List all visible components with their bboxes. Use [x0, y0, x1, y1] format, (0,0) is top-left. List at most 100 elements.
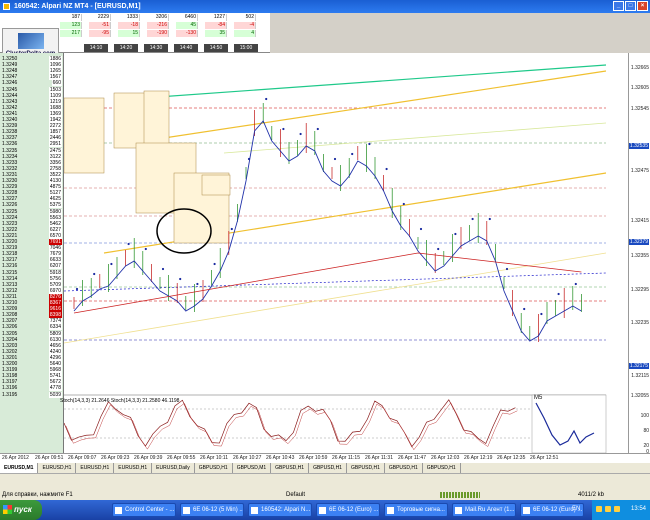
window-icon — [319, 507, 326, 514]
ladder-volume: 8367 — [48, 300, 62, 306]
ladder-volume: 7374 — [48, 318, 62, 325]
ladder-price: 1.3245 — [2, 86, 18, 93]
date-label: 26 Apr 10:43 — [266, 455, 295, 461]
close-icon[interactable]: × — [637, 1, 648, 11]
cluster-tape-panel: ClusterDelta.com 18722291333320664601227… — [0, 13, 270, 64]
ladder-volume: 3356 — [48, 159, 62, 166]
ladder-volume: 1942 — [48, 117, 62, 123]
ladder-row: 1.3223 5462 — [0, 220, 64, 227]
title-bar[interactable]: 160542: Alpari NZ MT4 - [EURUSD,M1] _ □ … — [0, 0, 650, 13]
chart-tab[interactable]: EURUSD,M1 — [0, 463, 39, 473]
window-icon — [115, 507, 122, 514]
ladder-price: 1.3233 — [2, 159, 18, 166]
tape-cell: 123 — [60, 22, 82, 29]
windows-logo-icon — [3, 505, 12, 514]
chart-tab[interactable]: GBPUSD,H1 — [385, 463, 423, 473]
sar-dot — [179, 277, 182, 281]
axis-label: 1.32475 — [630, 168, 649, 174]
chart-tab[interactable]: EURUSD,H1 — [114, 463, 153, 473]
ladder-volume: 6334 — [48, 324, 62, 331]
ladder-volume: 1688 — [48, 104, 62, 111]
taskbar-button-label: 160542: Alpari N... — [261, 507, 311, 513]
ladder-row: 1.3227 4625 — [0, 196, 64, 203]
ladder-row: 1.3208 8398 — [0, 312, 64, 319]
taskbar-button[interactable]: Mail.Ru Агент (1... — [452, 503, 516, 517]
maximize-icon[interactable]: □ — [625, 1, 636, 11]
ladder-row: 1.3242 1688 — [0, 104, 64, 111]
ladder-volume: 8398 — [48, 312, 62, 319]
ladder-volume: 5980 — [48, 208, 62, 215]
ladder-price: 1.3225 — [2, 208, 18, 215]
ladder-row: 1.3243 1219 — [0, 98, 64, 105]
date-label: 26 Apr 09:51 — [35, 455, 64, 461]
language-indicator[interactable]: EN — [572, 506, 580, 512]
ladder-row: 1.3211 8276 — [0, 293, 64, 300]
connection-bars-icon — [440, 492, 480, 498]
minimize-icon[interactable]: _ — [613, 1, 624, 11]
chart-tab[interactable]: GBPUSD,H1 — [423, 463, 461, 473]
ladder-volume: 4625 — [48, 196, 62, 203]
sar-dot — [351, 152, 354, 156]
date-label: 26 Apr 12:35 — [497, 455, 526, 461]
sar-dot — [196, 282, 199, 286]
tape-cell: 15 — [118, 30, 140, 37]
chart-tab[interactable]: GBPUSD,M1 — [233, 463, 272, 473]
tape-time: 14:50 — [204, 44, 228, 52]
chart-area[interactable]: 1.3250 1886 1.3249 1096 1.3248 1265 1.3247 1567… — [0, 53, 650, 455]
axis-label: 1.32379 — [628, 239, 649, 245]
tape-time: 14:40 — [174, 44, 198, 52]
taskbar-button[interactable]: 6E 06-12 (Euro) ... — [316, 503, 380, 517]
ladder-row: 1.3238 1857 — [0, 129, 64, 136]
ladder-row: 1.3202 4240 — [0, 348, 64, 355]
tray-icon[interactable] — [596, 506, 602, 512]
sar-dot — [247, 157, 251, 161]
taskbar-button[interactable]: 160542: Alpari N... — [248, 503, 312, 517]
ladder-volume: 6207 — [48, 263, 62, 270]
date-label: 26 Apr 09:39 — [134, 455, 163, 461]
chart-tab[interactable]: GBPUSD,H1 — [347, 463, 385, 473]
ladder-price: 1.3212 — [2, 287, 18, 294]
ladder-price: 1.3205 — [2, 330, 18, 337]
tray-icon[interactable] — [614, 506, 620, 512]
ladder-row: 1.3240 1942 — [0, 117, 64, 123]
date-axis: 26 Apr 2012 26 Apr 09:51 26 Apr 09:07 26 Ap… — [0, 453, 650, 463]
ladder-row: 1.3210 8367 — [0, 300, 64, 306]
axis-label: 1.32115 — [631, 373, 649, 379]
chart-tab[interactable]: EURUSD,H1 — [76, 463, 115, 473]
axis-label: 1.32605 — [630, 85, 649, 91]
price-chart[interactable] — [64, 53, 628, 453]
ladder-price: 1.3196 — [2, 385, 18, 392]
chart-tab[interactable]: GBPUSD,H1 — [271, 463, 310, 473]
taskbar-button[interactable]: 6E 06-12 (5 Min) ... — [180, 503, 244, 517]
ladder-row: 1.3236 2951 — [0, 141, 64, 148]
sar-dot — [505, 267, 509, 271]
ladder-price: 1.3199 — [2, 367, 18, 374]
ladder-price: 1.3208 — [2, 312, 18, 319]
ladder-row: 1.3244 1109 — [0, 92, 64, 99]
chart-tab[interactable]: EURUSD,Daily — [152, 463, 195, 473]
tape-cell: -4 — [234, 22, 256, 29]
ladder-row: 1.3212 6970 — [0, 287, 64, 294]
ladder-row: 1.3228 5127 — [0, 190, 64, 197]
chart-tab[interactable]: GBPUSD,H1 — [195, 463, 233, 473]
system-tray: EN 13:54 — [572, 500, 650, 520]
ladder-volume: 6570 — [48, 232, 62, 239]
chart-tab[interactable]: EURUSD,H1 — [38, 463, 77, 473]
ladder-volume: 4778 — [48, 385, 62, 392]
window-title: 160542: Alpari NZ MT4 - [EURUSD,M1] — [14, 3, 141, 10]
ladder-volume: 4656 — [48, 342, 62, 349]
m5-panel — [531, 394, 607, 453]
ladder-row: 1.3235 2475 — [0, 147, 64, 154]
chart-tab[interactable]: GBPUSD,H1 — [309, 463, 347, 473]
tray-icon[interactable] — [605, 506, 611, 512]
start-button[interactable]: пуск — [0, 500, 42, 520]
taskbar-button[interactable]: Торговые сигна... — [384, 503, 448, 517]
sar-dot — [75, 287, 79, 291]
ladder-price: 1.3207 — [2, 318, 18, 325]
taskbar: пуск Control Center - ... 6E 06-12 (5 Min… — [0, 500, 650, 520]
sar-dot — [437, 247, 440, 251]
tape-cell: 187 — [60, 14, 82, 21]
axis-label: 1.32175 — [628, 363, 649, 369]
ladder-price: 1.3231 — [2, 171, 18, 178]
taskbar-button[interactable]: Control Center - ... — [112, 503, 176, 517]
